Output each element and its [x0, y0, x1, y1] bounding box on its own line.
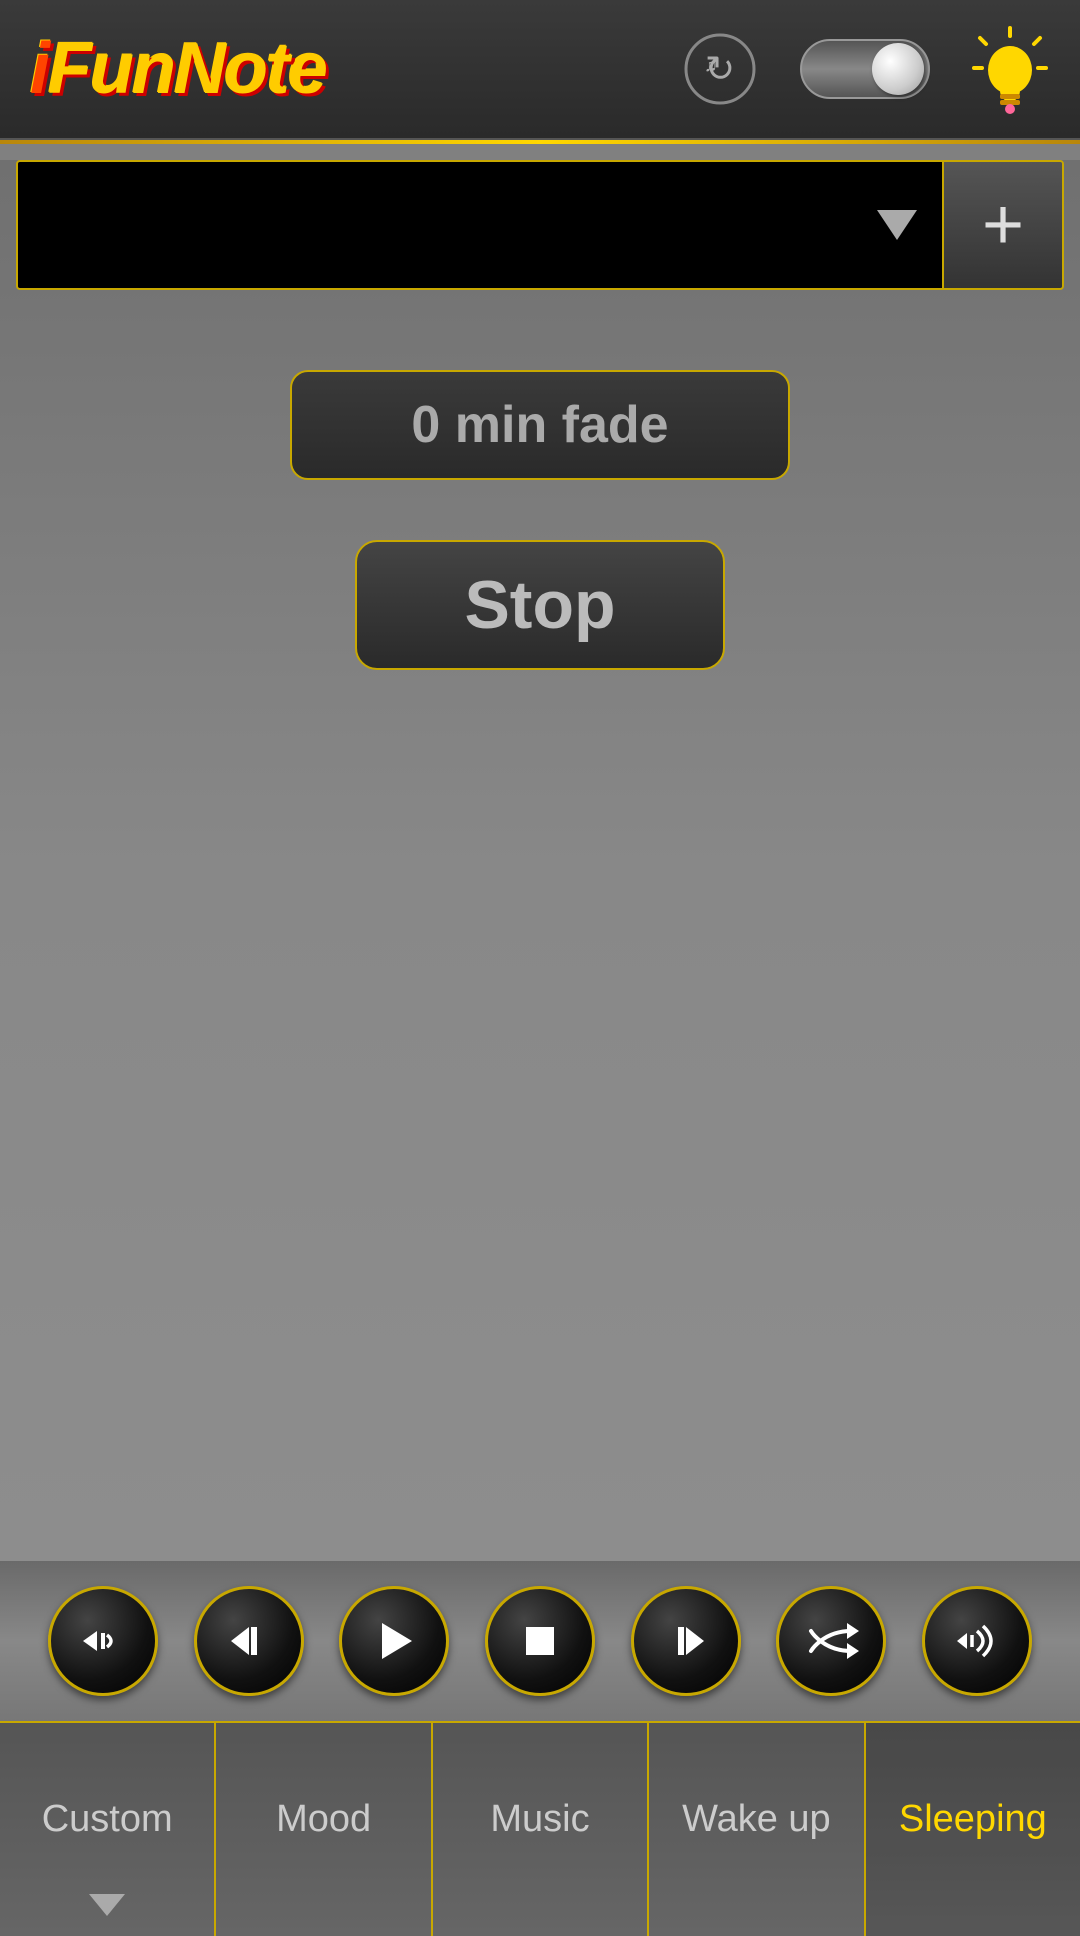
transport-bar: [0, 1561, 1080, 1721]
plus-icon: +: [982, 189, 1024, 261]
dropdown-select[interactable]: [18, 162, 942, 288]
tab-custom[interactable]: Custom: [0, 1723, 216, 1936]
tab-custom-label: Custom: [42, 1798, 173, 1841]
tab-music-label: Music: [490, 1798, 589, 1841]
main-content: 0 min fade Stop: [0, 290, 1080, 670]
header-controls: ↻ ♫: [680, 29, 1050, 109]
tab-mood[interactable]: Mood: [216, 1723, 432, 1936]
gold-border: [0, 140, 1080, 144]
stop-transport-button[interactable]: [485, 1586, 595, 1696]
tab-mood-label: Mood: [276, 1798, 371, 1841]
repeat-icon[interactable]: ↻ ♫: [680, 29, 760, 109]
body-layout: + 0 min fade Stop: [0, 160, 1080, 1936]
app-header: iFunNote ↻ ♫: [0, 0, 1080, 140]
prev-track-button[interactable]: [194, 1586, 304, 1696]
stop-label: Stop: [464, 566, 615, 644]
tab-wakeup[interactable]: Wake up: [649, 1723, 865, 1936]
shuffle-button[interactable]: [776, 1586, 886, 1696]
tab-sleeping-label: Sleeping: [899, 1798, 1047, 1841]
dropdown-row: +: [16, 160, 1064, 290]
tab-custom-indicator: [89, 1894, 125, 1916]
toggle-switch[interactable]: [800, 39, 930, 99]
app-logo: iFunNote: [30, 28, 326, 110]
bulb-icon[interactable]: [970, 29, 1050, 109]
toggle-knob: [872, 43, 924, 95]
fade-label: 0 min fade: [411, 395, 668, 455]
tab-wakeup-label: Wake up: [682, 1798, 831, 1841]
volume-up-button[interactable]: [922, 1586, 1032, 1696]
fade-button[interactable]: 0 min fade: [290, 370, 790, 480]
add-button[interactable]: +: [942, 162, 1062, 288]
next-track-button[interactable]: [631, 1586, 741, 1696]
tab-music[interactable]: Music: [433, 1723, 649, 1936]
tab-sleeping[interactable]: Sleeping: [866, 1723, 1080, 1936]
svg-text:♫: ♫: [704, 55, 718, 75]
bottom-tabs: Custom Mood Music Wake up Sleeping: [0, 1721, 1080, 1936]
volume-down-button[interactable]: [48, 1586, 158, 1696]
play-button[interactable]: [339, 1586, 449, 1696]
stop-button[interactable]: Stop: [355, 540, 725, 670]
dropdown-arrow-icon: [877, 210, 917, 240]
